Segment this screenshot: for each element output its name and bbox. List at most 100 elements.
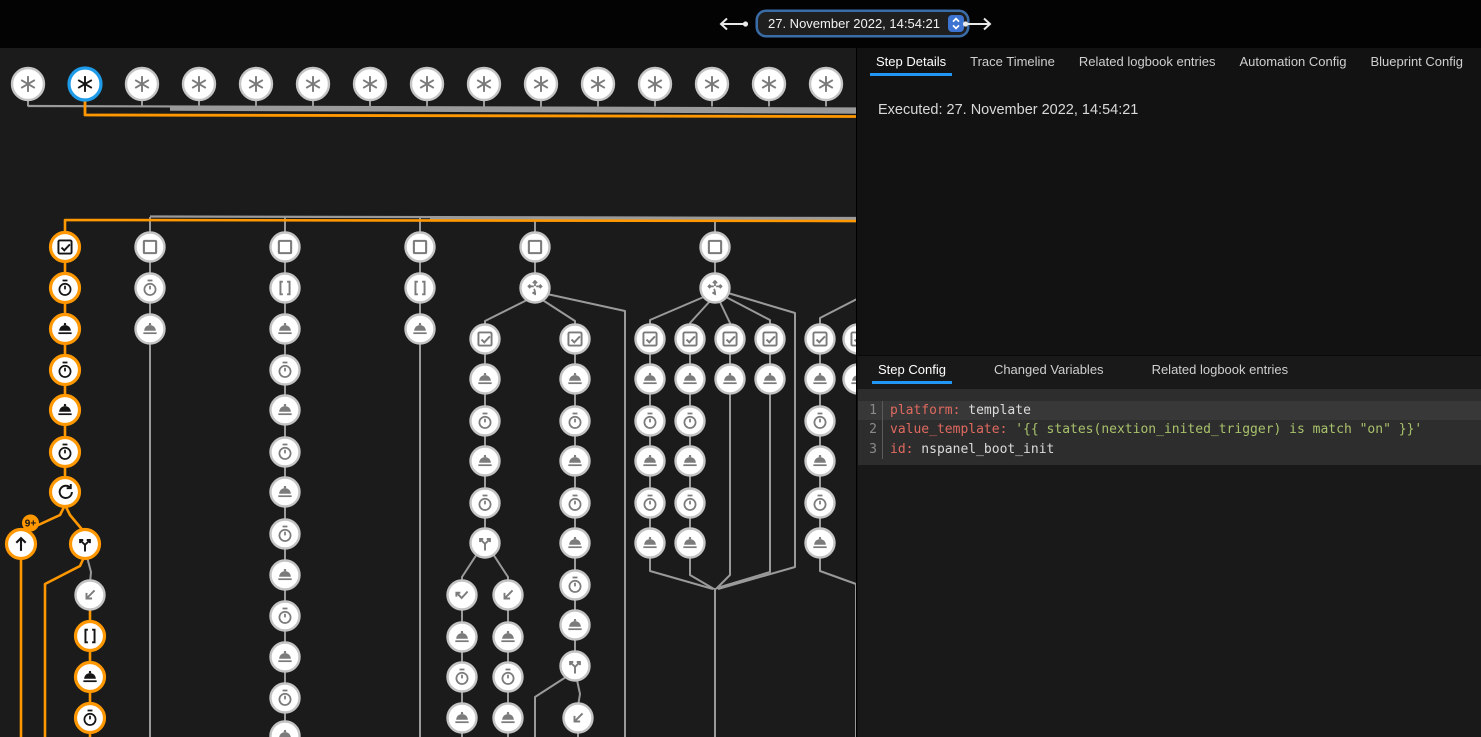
node-service-bell[interactable] (636, 365, 665, 394)
node-service-bell[interactable] (756, 365, 785, 394)
node-timer[interactable] (471, 489, 500, 518)
node-timer[interactable] (471, 407, 500, 436)
node-timer[interactable] (271, 684, 300, 713)
node-timer[interactable] (76, 704, 105, 733)
node-asterisk[interactable] (240, 68, 272, 100)
node-repeat[interactable] (51, 478, 80, 507)
node-service-bell[interactable] (561, 365, 590, 394)
node-checkbox[interactable] (844, 325, 858, 354)
tab-trace-timeline[interactable]: Trace Timeline (968, 48, 1057, 78)
node-call-split[interactable] (561, 652, 590, 681)
node-brackets[interactable] (76, 622, 105, 651)
node-asterisk[interactable] (69, 68, 101, 100)
node-square[interactable] (701, 233, 730, 262)
node-service-bell[interactable] (471, 365, 500, 394)
tab-step-config[interactable]: Step Config (876, 356, 948, 386)
node-service-bell[interactable] (636, 447, 665, 476)
node-choose[interactable] (521, 274, 550, 303)
node-timer[interactable] (271, 602, 300, 631)
node-service-bell[interactable] (448, 623, 477, 652)
node-timer[interactable] (676, 489, 705, 518)
node-service-bell[interactable] (51, 315, 80, 344)
node-check-arrow[interactable] (448, 581, 477, 610)
node-asterisk[interactable] (696, 68, 728, 100)
node-checkbox[interactable] (806, 325, 835, 354)
node-asterisk[interactable] (639, 68, 671, 100)
node-arrow-down-left[interactable] (76, 581, 105, 610)
node-checkbox[interactable] (471, 325, 500, 354)
node-arrow-down-left[interactable] (564, 704, 593, 733)
node-checkbox[interactable] (51, 233, 80, 262)
node-service-bell[interactable] (271, 396, 300, 425)
node-asterisk[interactable] (354, 68, 386, 100)
node-checkbox[interactable] (756, 325, 785, 354)
node-checkbox[interactable] (636, 325, 665, 354)
node-service-bell[interactable] (271, 315, 300, 344)
node-timer[interactable] (494, 663, 523, 692)
node-timer[interactable] (561, 489, 590, 518)
node-timer[interactable] (271, 520, 300, 549)
node-timer[interactable] (676, 407, 705, 436)
node-service-bell[interactable] (806, 365, 835, 394)
node-arrow-up[interactable] (7, 530, 36, 559)
node-asterisk[interactable] (12, 68, 44, 100)
trace-date-select[interactable]: 27. November 2022, 14:54:21 (758, 12, 967, 35)
node-square[interactable] (521, 233, 550, 262)
node-service-bell[interactable] (676, 365, 705, 394)
node-service-bell[interactable] (136, 315, 165, 344)
node-service-bell[interactable] (844, 365, 858, 394)
node-service-bell[interactable] (561, 447, 590, 476)
node-asterisk[interactable] (810, 68, 842, 100)
node-timer[interactable] (806, 407, 835, 436)
node-call-split[interactable] (471, 529, 500, 558)
node-service-bell[interactable] (806, 529, 835, 558)
tab-step-details[interactable]: Step Details (874, 48, 948, 78)
node-checkbox[interactable] (676, 325, 705, 354)
node-service-bell[interactable] (806, 447, 835, 476)
node-service-bell[interactable] (271, 561, 300, 590)
node-square[interactable] (136, 233, 165, 262)
node-brackets[interactable] (271, 274, 300, 303)
node-service-bell[interactable] (676, 529, 705, 558)
tab-related-logbook-entries[interactable]: Related logbook entries (1150, 356, 1291, 386)
node-asterisk[interactable] (753, 68, 785, 100)
node-service-bell[interactable] (271, 722, 300, 737)
node-service-bell[interactable] (676, 447, 705, 476)
node-service-bell[interactable] (448, 704, 477, 733)
node-arrow-down-left[interactable] (494, 581, 523, 610)
node-asterisk[interactable] (525, 68, 557, 100)
yaml-code-editor[interactable]: 1platform: template2value_template: '{{ … (858, 389, 1481, 465)
node-service-bell[interactable] (406, 315, 435, 344)
node-timer[interactable] (136, 274, 165, 303)
node-timer[interactable] (51, 438, 80, 467)
node-service-bell[interactable] (636, 529, 665, 558)
node-checkbox[interactable] (716, 325, 745, 354)
node-timer[interactable] (51, 356, 80, 385)
tab-related-logbook-entries[interactable]: Related logbook entries (1077, 48, 1218, 78)
node-timer[interactable] (561, 571, 590, 600)
node-service-bell[interactable] (271, 478, 300, 507)
node-service-bell[interactable] (471, 447, 500, 476)
node-timer[interactable] (271, 356, 300, 385)
node-service-bell[interactable] (494, 623, 523, 652)
node-asterisk[interactable] (297, 68, 329, 100)
tab-blueprint-config[interactable]: Blueprint Config (1368, 48, 1465, 78)
node-timer[interactable] (636, 407, 665, 436)
node-square[interactable] (271, 233, 300, 262)
node-asterisk[interactable] (126, 68, 158, 100)
node-timer[interactable] (561, 407, 590, 436)
tab-changed-variables[interactable]: Changed Variables (992, 356, 1106, 386)
node-service-bell[interactable] (51, 396, 80, 425)
node-asterisk[interactable] (183, 68, 215, 100)
node-timer[interactable] (636, 489, 665, 518)
node-call-split[interactable] (71, 530, 100, 559)
node-service-bell[interactable] (494, 704, 523, 733)
node-service-bell[interactable] (561, 529, 590, 558)
node-service-bell[interactable] (271, 643, 300, 672)
node-checkbox[interactable] (561, 325, 590, 354)
node-timer[interactable] (448, 663, 477, 692)
node-service-bell[interactable] (76, 663, 105, 692)
node-asterisk[interactable] (582, 68, 614, 100)
node-choose[interactable] (701, 274, 730, 303)
node-timer[interactable] (51, 274, 80, 303)
